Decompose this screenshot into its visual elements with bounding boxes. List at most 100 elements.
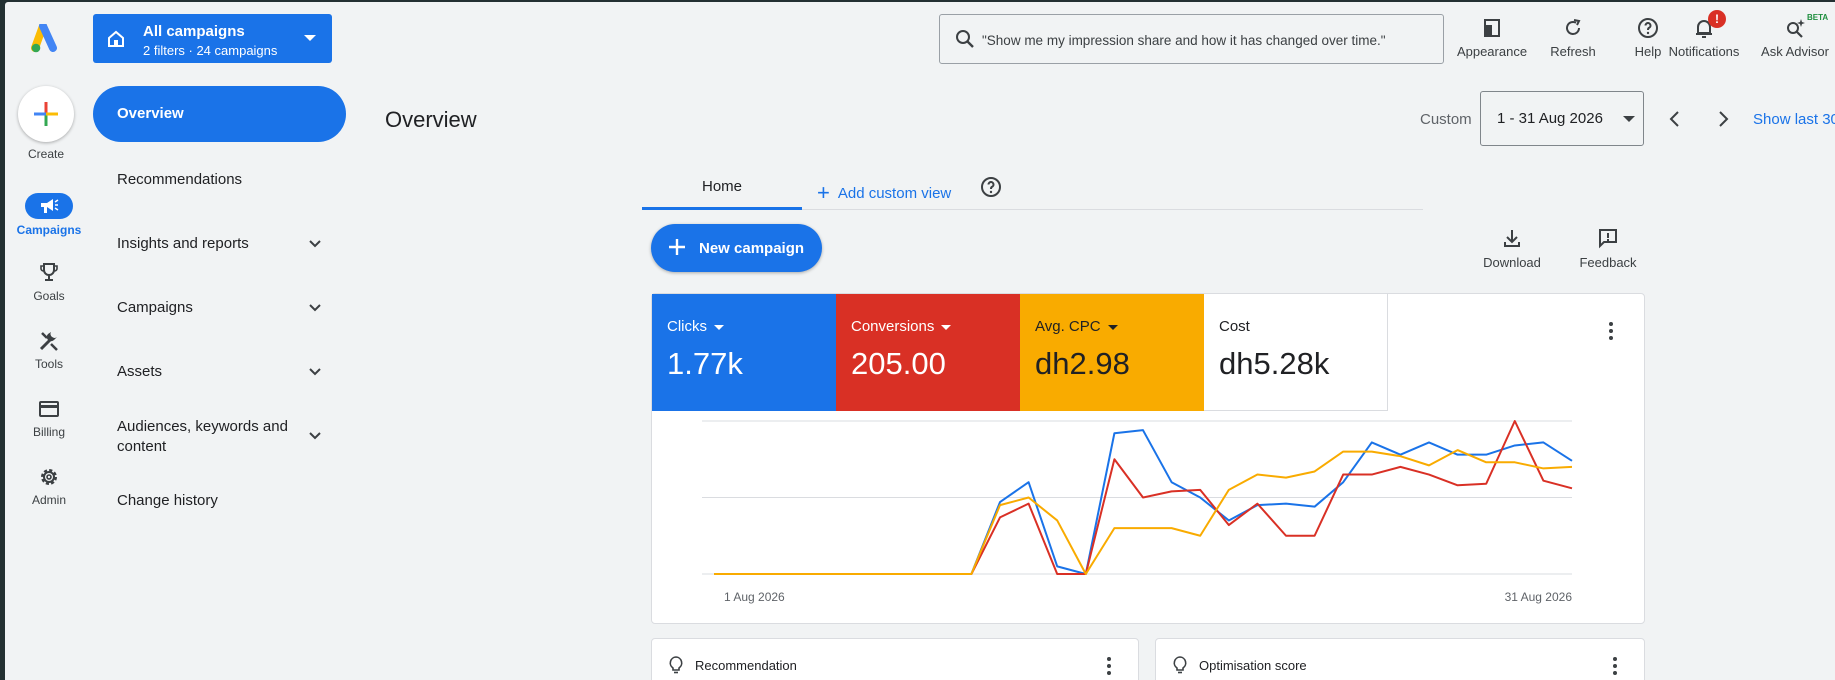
show-last-link[interactable]: Show last 30 <box>1753 111 1835 128</box>
advisor-icon <box>1787 19 1805 38</box>
notifications-label: Notifications <box>1668 44 1740 59</box>
create-label: Create <box>27 147 65 161</box>
rail-item-goals[interactable]: Goals <box>9 261 89 303</box>
tab-home[interactable]: Home <box>642 168 802 210</box>
refresh-icon <box>1566 19 1581 35</box>
chevron-down-icon[interactable] <box>308 365 322 379</box>
nav-item-audiences[interactable]: Audiences, keywords and content <box>117 417 288 457</box>
new-campaign-button[interactable]: New campaign <box>651 224 822 272</box>
optimisation-score-label: Optimisation score <box>1199 658 1307 673</box>
help-label: Help <box>1634 44 1662 59</box>
refresh-label: Refresh <box>1550 44 1596 59</box>
series-line-0 <box>714 429 1573 575</box>
metric-value: 205.00 <box>851 346 946 381</box>
rail-item-admin[interactable]: Admin <box>9 465 89 507</box>
nav-item-overview[interactable]: Overview <box>93 86 346 142</box>
series-line-2 <box>714 449 1573 575</box>
more-options-icon[interactable] <box>1106 657 1112 677</box>
app-window: All campaigns 2 filters · 24 campaigns A… <box>5 2 1835 680</box>
nav-item-audiences-line1: Audiences, keywords and <box>117 418 288 435</box>
tools-icon <box>39 332 58 351</box>
tab-home-label: Home <box>701 178 742 195</box>
search-input[interactable] <box>980 27 1424 53</box>
beta-tag: BETA <box>1807 13 1829 22</box>
appearance-icon <box>1484 19 1500 37</box>
more-options-icon[interactable] <box>1612 657 1618 677</box>
download-button[interactable]: Download <box>1472 227 1552 270</box>
ask-advisor-label: Ask Advisor <box>1761 44 1829 59</box>
notifications-button[interactable]: ! Notifications <box>1664 10 1744 59</box>
help-icon <box>1638 18 1658 38</box>
rail-item-billing[interactable]: Billing <box>9 397 89 439</box>
metric-cost[interactable]: Cost dh5.28k <box>1204 294 1388 411</box>
refresh-button[interactable]: Refresh <box>1533 16 1613 59</box>
help-icon[interactable] <box>980 176 1002 198</box>
appearance-button[interactable]: Appearance <box>1452 16 1532 59</box>
rail-label-admin: Admin <box>31 493 66 507</box>
metric-label: Cost <box>1219 318 1250 335</box>
rail-label-goals: Goals <box>33 289 65 303</box>
metric-value: dh5.28k <box>1219 346 1330 381</box>
dropdown-arrow-icon <box>714 324 724 330</box>
x-axis-end-label: 31 Aug 2026 <box>1505 590 1573 604</box>
metric-label: Clicks <box>667 318 707 335</box>
gear-icon <box>41 469 57 485</box>
previous-period-icon[interactable] <box>1665 108 1685 130</box>
date-range-selector[interactable]: 1 - 31 Aug 2026 <box>1480 91 1644 146</box>
feedback-icon <box>1599 229 1617 249</box>
metric-avg-cpc[interactable]: Avg. CPC dh2.98 <box>1020 294 1204 411</box>
search-box[interactable] <box>939 14 1444 64</box>
nav-item-audiences-line2: content <box>117 438 167 455</box>
lightbulb-icon <box>1173 656 1187 674</box>
dropdown-arrow-icon <box>941 324 952 330</box>
account-title: All campaigns <box>143 23 245 40</box>
nav-item-assets[interactable]: Assets <box>117 363 162 380</box>
x-axis-start-label: 1 Aug 2026 <box>724 590 785 604</box>
nav-item-change-history[interactable]: Change history <box>117 492 218 509</box>
rail-label-tools: Tools <box>34 357 63 371</box>
nav-item-campaigns[interactable]: Campaigns <box>117 299 193 316</box>
metric-label: Avg. CPC <box>1035 318 1101 335</box>
chevron-down-icon[interactable] <box>308 301 322 315</box>
credit-card-icon <box>39 401 59 417</box>
performance-card: Clicks 1.77k Conversions 205.00 Avg. CPC… <box>651 293 1645 624</box>
rail-label-billing: Billing <box>32 425 65 439</box>
feedback-button[interactable]: Feedback <box>1568 227 1648 270</box>
nav-item-recommendations[interactable]: Recommendations <box>117 171 242 188</box>
rail-item-campaigns[interactable]: Campaigns <box>9 193 89 237</box>
optimisation-score-card[interactable]: Optimisation score <box>1155 638 1645 680</box>
nav-item-insights-and-reports[interactable]: Insights and reports <box>117 235 249 252</box>
next-period-icon[interactable] <box>1713 108 1733 130</box>
custom-label: Custom <box>1420 111 1472 128</box>
page-title: Overview <box>385 107 477 132</box>
create-button[interactable] <box>18 86 74 142</box>
rail-item-tools[interactable]: Tools <box>9 329 89 371</box>
metric-clicks[interactable]: Clicks 1.77k <box>652 294 836 411</box>
metric-label: Conversions <box>851 318 935 335</box>
chevron-down-icon[interactable] <box>308 237 322 251</box>
feedback-label: Feedback <box>1579 255 1637 270</box>
more-options-icon[interactable] <box>1608 322 1614 342</box>
add-custom-view-button[interactable]: + Add custom view <box>817 178 951 205</box>
trophy-icon <box>40 263 58 281</box>
home-icon <box>108 30 124 47</box>
download-label: Download <box>1483 255 1541 270</box>
metric-conversions[interactable]: Conversions 205.00 <box>836 294 1020 411</box>
megaphone-icon <box>41 199 59 213</box>
plus-icon <box>669 239 685 255</box>
plus-icon: + <box>817 180 830 205</box>
download-icon <box>1504 230 1520 247</box>
plus-icon <box>34 102 58 126</box>
lightbulb-icon <box>669 656 683 674</box>
dropdown-arrow-icon <box>1623 116 1635 122</box>
search-icon <box>956 30 974 48</box>
new-campaign-label: New campaign <box>699 240 805 257</box>
notification-badge: ! <box>1708 10 1726 28</box>
google-ads-logo[interactable] <box>29 24 63 54</box>
chevron-down-icon[interactable] <box>308 429 322 443</box>
ask-advisor-button[interactable]: BETA Ask Advisor <box>1755 13 1835 59</box>
recommendation-card[interactable]: Recommendation <box>651 638 1139 680</box>
recommendation-label: Recommendation <box>695 658 797 673</box>
metric-value: dh2.98 <box>1035 346 1130 381</box>
account-selector[interactable]: All campaigns 2 filters · 24 campaigns <box>93 14 332 63</box>
